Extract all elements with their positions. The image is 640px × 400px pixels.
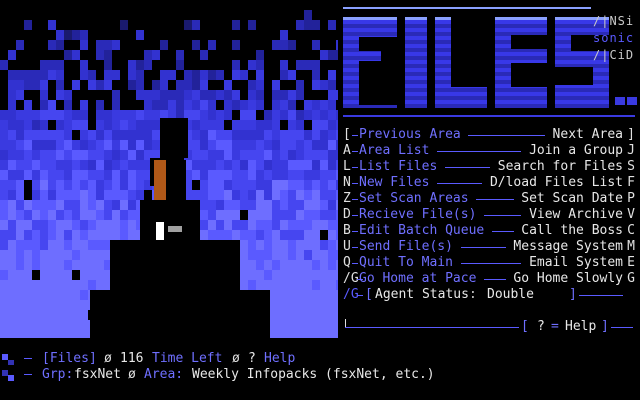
menu-option-left[interactable]: Set Scan Areas [359, 191, 469, 207]
menu-key-right[interactable]: M [623, 239, 635, 255]
bar-bullet-icon [0, 352, 14, 366]
menu-option-right[interactable]: Call the Boss [521, 223, 623, 239]
area-value: Weekly Infopacks (fsxNet, etc.) [192, 367, 435, 382]
group-value: fsxNet [74, 367, 121, 382]
menu-key-right[interactable]: ] [623, 127, 635, 143]
menu-key-right[interactable]: J [623, 143, 635, 159]
logo-bottom-rule [343, 115, 635, 117]
menu-option-right[interactable]: Search for Files [498, 159, 623, 175]
tag-line-3: /|CiD [593, 48, 635, 62]
logo-top-rule [343, 7, 591, 9]
menu-row[interactable]: U Send File(s) Message System M [343, 239, 635, 255]
logo-letter-i [405, 17, 427, 108]
menu-option-right[interactable]: Email System [529, 255, 623, 271]
menu-option-right[interactable]: Next Area [553, 127, 623, 143]
menu-key-right[interactable]: S [623, 159, 635, 175]
menu-row[interactable]: [Previous Area Next Area] [343, 127, 635, 143]
menu-key-left[interactable]: /G [343, 271, 359, 287]
help-hint-line: [ ? = Help ] [343, 319, 635, 335]
menu-option-right[interactable]: View Archive [529, 207, 623, 223]
help-key[interactable]: ? [537, 319, 545, 335]
menu-option-right[interactable]: D/load Files List [490, 175, 623, 191]
menu-option-left[interactable]: Quit To Main [359, 255, 453, 271]
bar-bullet-icon [0, 368, 14, 382]
group-area-bar: Grp: fsxNet ø Area: Weekly Infopacks (fs… [0, 367, 435, 383]
menu-key-right[interactable]: F [623, 175, 635, 191]
agent-status-label: Agent Status [375, 287, 469, 302]
agent-status-value: Double [487, 287, 534, 302]
menu-row[interactable]: B Edit Batch Queue Call the Boss C [343, 223, 635, 239]
menu-option-left[interactable]: Go Home at Pace [359, 271, 476, 287]
menu-key-right[interactable]: G [623, 271, 635, 287]
menu-row[interactable]: A Area List Join a Group J [343, 143, 635, 159]
menu-option-left[interactable]: List Files [359, 159, 437, 175]
time-left-label: Time Left [152, 351, 223, 366]
help-label[interactable]: Help [565, 319, 596, 335]
menu-option-left[interactable]: Area List [359, 143, 429, 159]
menu-option-right[interactable]: Set Scan Date [521, 191, 623, 207]
ansi-art-panel [0, 0, 338, 338]
menu-key-right[interactable]: V [623, 207, 635, 223]
menu-row[interactable]: /G Go Home at Pace Go Home Slowly G [343, 271, 635, 287]
time-left-value: ? [248, 351, 256, 366]
file-count: 116 [120, 351, 144, 366]
menu-option-left[interactable]: Send File(s) [359, 239, 453, 255]
tag-line-2: sonic [593, 31, 635, 45]
menu-key-right[interactable]: P [623, 191, 635, 207]
menu-option-left[interactable]: New Files [359, 175, 429, 191]
menu-row[interactable]: N New Files D/load Files List F [343, 175, 635, 191]
menu-key-right[interactable]: C [623, 223, 635, 239]
menu-option-left[interactable]: Edit Batch Queue [359, 223, 484, 239]
menu-row[interactable]: Q Quit To Main Email System E [343, 255, 635, 271]
menu-row[interactable]: D Recieve File(s) View Archive V [343, 207, 635, 223]
group-label: Grp: [42, 367, 74, 382]
menu-option-right[interactable]: Go Home Slowly [513, 271, 623, 287]
section-label: [Files] [42, 351, 97, 366]
tag-line-1: /|NSi [593, 14, 635, 28]
files-status-bar: [Files] ø 116 Time Left ø ? Help [0, 351, 295, 367]
menu-row[interactable]: L List Files Search for Files S [343, 159, 635, 175]
area-label: Area: [144, 367, 184, 382]
menu-row[interactable]: Z Set Scan Areas Set Scan Date P [343, 191, 635, 207]
menu-option-left[interactable]: Recieve File(s) [359, 207, 476, 223]
bar-help-link[interactable]: Help [264, 351, 295, 367]
menu-option-right[interactable]: Message System [513, 239, 623, 255]
agent-status-line: /G [ Agent Status : Double ] [343, 287, 635, 303]
menu-option-left[interactable]: Previous Area [359, 127, 461, 143]
menu-option-right[interactable]: Join a Group [529, 143, 623, 159]
menu-key-right[interactable]: E [623, 255, 635, 271]
files-logo [343, 7, 637, 119]
